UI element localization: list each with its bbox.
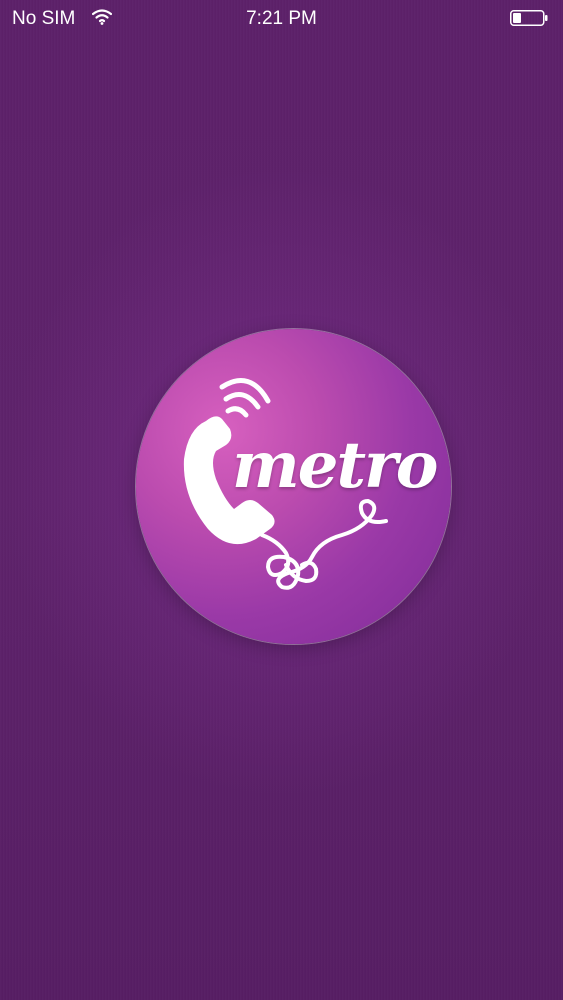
status-bar: No SIM 7:21 PM <box>0 0 563 36</box>
brand-wordmark: metro <box>232 428 438 503</box>
battery-icon <box>510 10 548 26</box>
splash-screen: No SIM 7:21 PM metro <box>0 0 563 1000</box>
app-logo: metro <box>136 329 451 644</box>
status-time: 7:21 PM <box>246 8 317 29</box>
